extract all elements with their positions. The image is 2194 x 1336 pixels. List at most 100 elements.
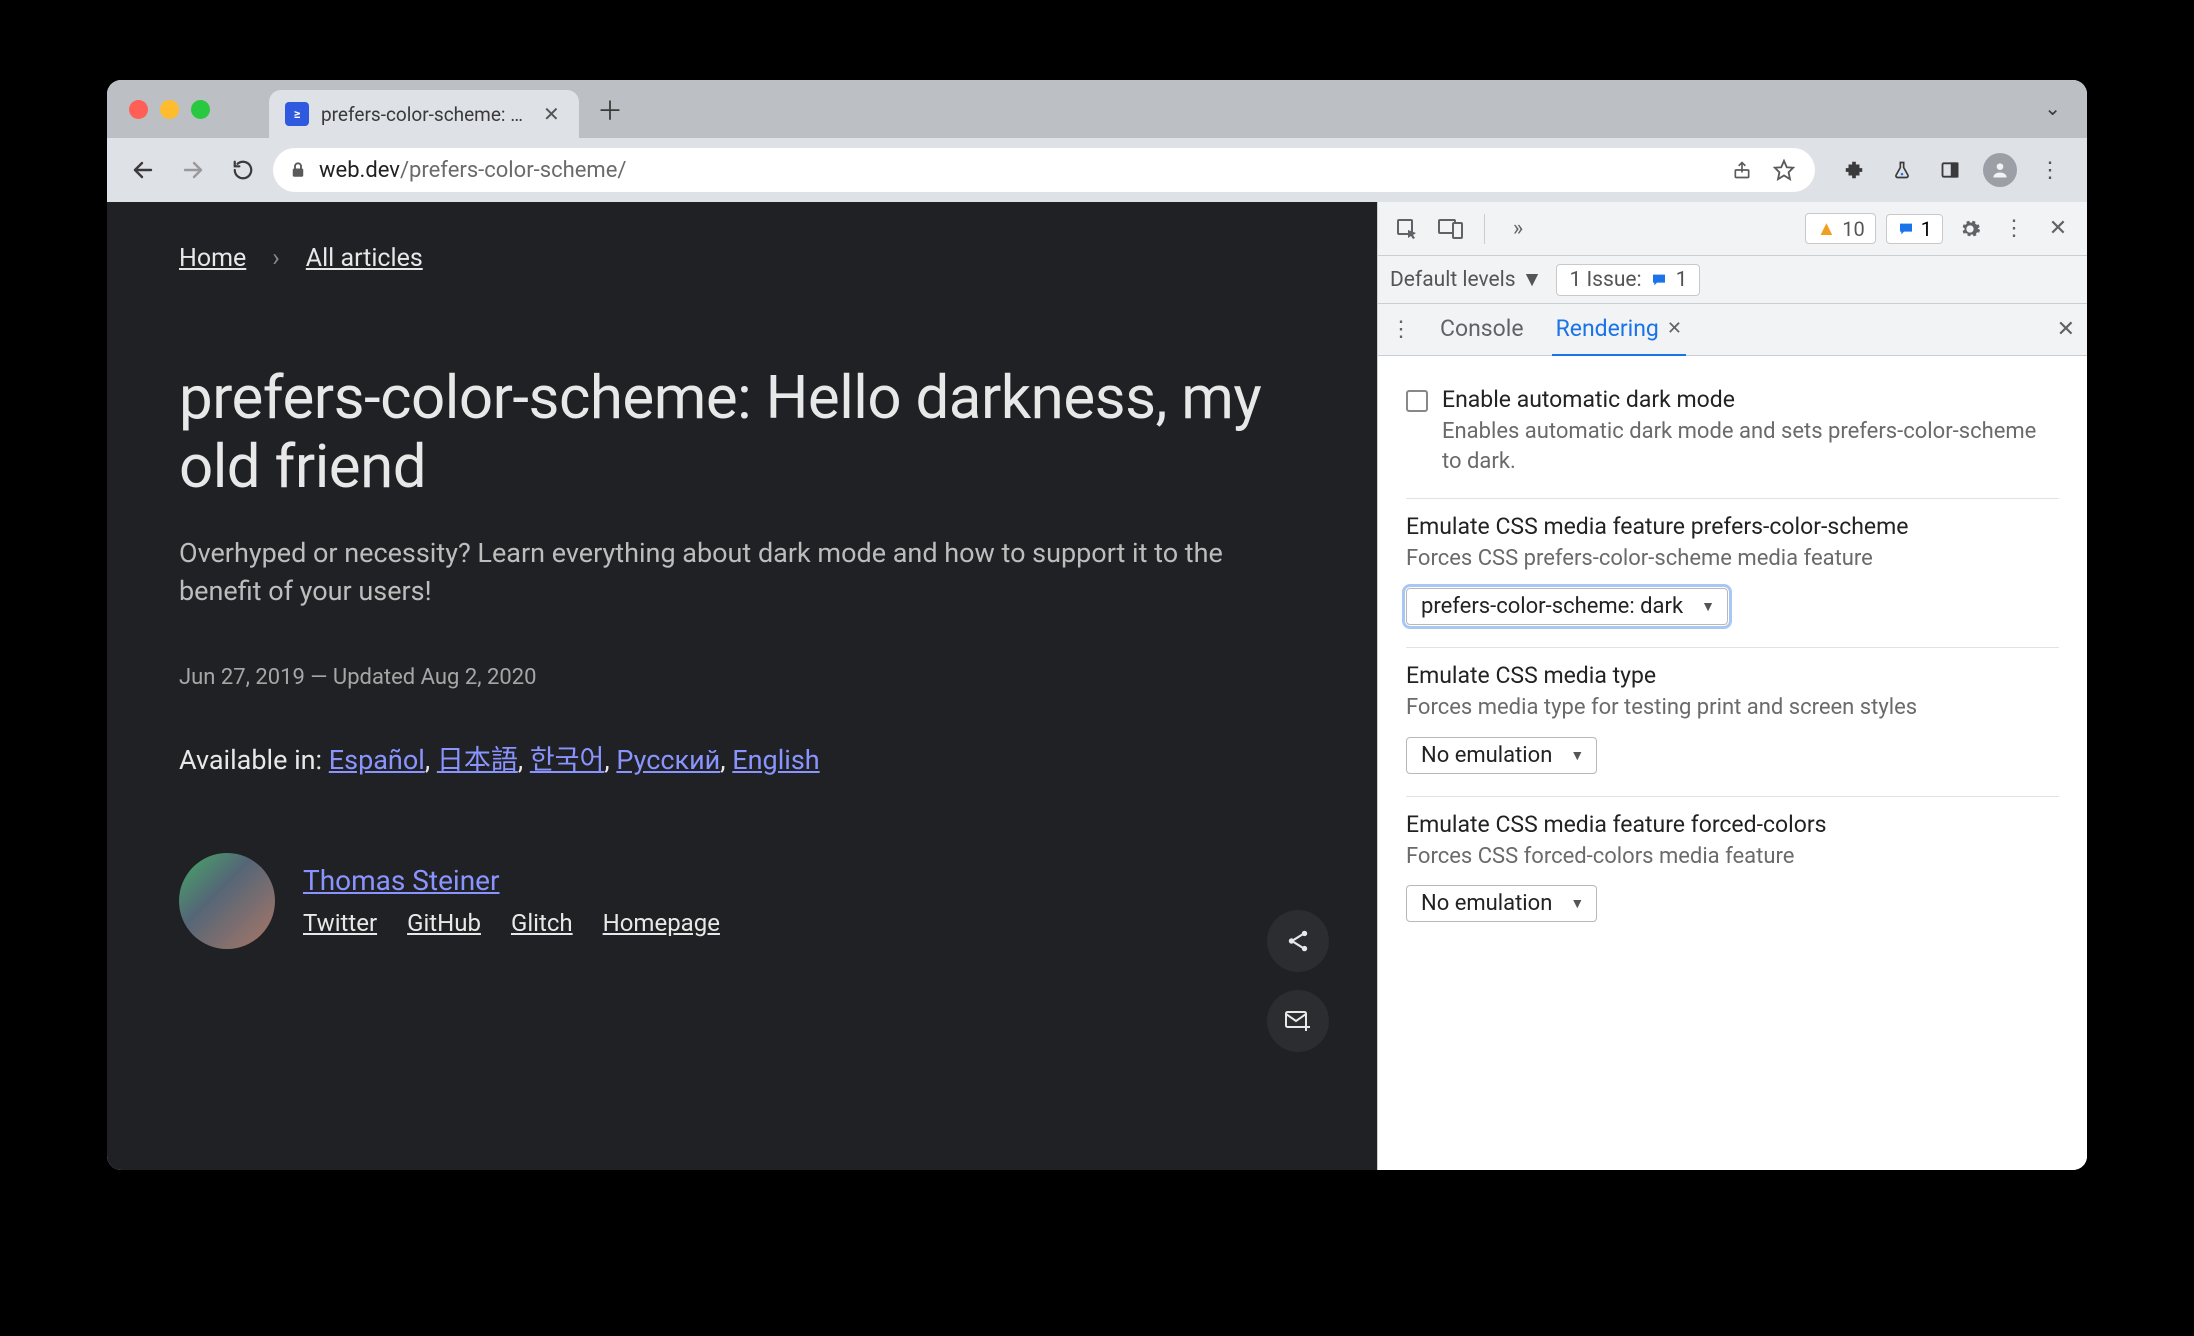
settings-icon[interactable]	[1953, 212, 1987, 246]
lang-en[interactable]: English	[732, 744, 819, 776]
forced-value: No emulation	[1421, 891, 1552, 916]
author-name[interactable]: Thomas Steiner	[303, 864, 500, 897]
window-controls	[129, 100, 210, 119]
log-levels-select[interactable]: Default levels ▼	[1390, 268, 1542, 292]
page-dates: Jun 27, 2019 — Updated Aug 2, 2020	[179, 665, 1305, 690]
reload-button[interactable]	[223, 150, 263, 190]
new-tab-button[interactable]: ＋	[597, 91, 623, 128]
browser-tab[interactable]: ≥ prefers-color-scheme: Hello da ✕	[269, 90, 579, 138]
toolbar-right: ⋮	[1833, 150, 2071, 190]
sidepanel-icon[interactable]	[1929, 150, 1971, 190]
share-icon[interactable]	[1727, 150, 1757, 190]
drawer-menu-icon[interactable]: ⋮	[1390, 317, 1412, 342]
lang-ko[interactable]: 한국어	[530, 744, 605, 776]
maximize-window[interactable]	[191, 100, 210, 119]
extensions-icon[interactable]	[1833, 150, 1875, 190]
minimize-window[interactable]	[160, 100, 179, 119]
more-tabs-icon[interactable]: »	[1501, 212, 1535, 246]
browser-toolbar: web.dev/prefers-color-scheme/ ⋮	[107, 138, 2087, 202]
mediatype-title: Emulate CSS media type	[1406, 662, 2059, 689]
menu-icon[interactable]: ⋮	[2029, 150, 2071, 190]
forced-select[interactable]: No emulation ▼	[1406, 885, 1597, 922]
page-content: Home › All articles prefers-color-scheme…	[107, 202, 1377, 1170]
tab-console[interactable]: Console	[1436, 303, 1528, 357]
issues-pill[interactable]: 1 Issue: 1	[1556, 264, 1700, 296]
caret-down-icon: ▼	[1701, 598, 1715, 615]
author-link-homepage[interactable]: Homepage	[603, 909, 720, 937]
lang-ru[interactable]: Русский	[616, 744, 720, 776]
tab-title: prefers-color-scheme: Hello da	[321, 103, 531, 126]
back-button[interactable]	[123, 150, 163, 190]
author-link-glitch[interactable]: Glitch	[511, 909, 573, 937]
author-avatar	[179, 853, 275, 949]
option-auto-darkmode: Enable automatic dark mode Enables autom…	[1406, 372, 2059, 499]
option-media-type: Emulate CSS media type Forces media type…	[1406, 648, 2059, 797]
author-info: Thomas Steiner Twitter GitHub Glitch Hom…	[303, 864, 720, 937]
chevron-right-icon: ›	[272, 244, 280, 273]
close-window[interactable]	[129, 100, 148, 119]
browser-window: ≥ prefers-color-scheme: Hello da ✕ ＋ ⌄ w…	[107, 80, 2087, 1170]
darkmode-desc: Enables automatic dark mode and sets pre…	[1442, 417, 2059, 476]
devtools-menu-icon[interactable]: ⋮	[1997, 212, 2031, 246]
forced-desc: Forces CSS forced-colors media feature	[1406, 842, 2059, 872]
tab-strip: ≥ prefers-color-scheme: Hello da ✕ ＋ ⌄	[107, 80, 2087, 138]
dropdown-caret-icon: ▼	[1522, 268, 1543, 292]
author-block: Thomas Steiner Twitter GitHub Glitch Hom…	[179, 853, 1305, 949]
darkmode-checkbox[interactable]	[1406, 390, 1428, 412]
issue-count: 1	[1676, 268, 1688, 292]
favicon-icon: ≥	[285, 102, 309, 126]
issue-icon	[1650, 272, 1668, 288]
profile-avatar[interactable]	[1983, 153, 2017, 187]
tab-rendering[interactable]: Rendering ✕	[1552, 303, 1686, 357]
close-tab-icon[interactable]: ✕	[543, 102, 560, 126]
lang-es[interactable]: Español	[329, 744, 425, 776]
device-toggle-icon[interactable]	[1434, 212, 1468, 246]
mediatype-value: No emulation	[1421, 743, 1552, 768]
mediatype-desc: Forces media type for testing print and …	[1406, 693, 2059, 723]
content-area: Home › All articles prefers-color-scheme…	[107, 202, 2087, 1170]
devtools-toolbar: » ▲ 10 1 ⋮ ✕	[1378, 202, 2087, 256]
prefers-desc: Forces CSS prefers-color-scheme media fe…	[1406, 544, 2059, 574]
devtools-close-icon[interactable]: ✕	[2041, 212, 2075, 246]
forced-title: Emulate CSS media feature forced-colors	[1406, 811, 2059, 838]
messages-badge[interactable]: 1	[1886, 214, 1943, 244]
issue-label: 1 Issue:	[1569, 268, 1641, 292]
subscribe-button[interactable]	[1267, 990, 1329, 1052]
darkmode-title: Enable automatic dark mode	[1442, 386, 2059, 413]
breadcrumb: Home › All articles	[179, 244, 1305, 273]
tab-close-icon[interactable]: ✕	[1667, 318, 1682, 339]
url-text: web.dev/prefers-color-scheme/	[319, 158, 626, 183]
devtools-panel: » ▲ 10 1 ⋮ ✕	[1377, 202, 2087, 1170]
lang-ja[interactable]: 日本語	[437, 744, 518, 776]
message-icon	[1897, 221, 1915, 237]
prefers-title: Emulate CSS media feature prefers-color-…	[1406, 513, 2059, 540]
prefers-select[interactable]: prefers-color-scheme: dark ▼	[1406, 588, 1728, 625]
tabs-dropdown-icon[interactable]: ⌄	[2044, 96, 2061, 120]
page-title: prefers-color-scheme: Hello darkness, my…	[179, 363, 1305, 501]
bookmark-icon[interactable]	[1769, 150, 1799, 190]
forward-button[interactable]	[173, 150, 213, 190]
labs-icon[interactable]	[1881, 150, 1923, 190]
warning-icon: ▲	[1816, 216, 1836, 241]
warnings-badge[interactable]: ▲ 10	[1805, 213, 1875, 244]
caret-down-icon: ▼	[1570, 747, 1584, 764]
breadcrumb-home[interactable]: Home	[179, 244, 246, 273]
available-label: Available in:	[179, 744, 329, 776]
page-subtitle: Overhyped or necessity? Learn everything…	[179, 535, 1229, 611]
console-filter-bar: Default levels ▼ 1 Issue: 1	[1378, 256, 2087, 304]
languages: Available in: Español, 日本語, 한국어, Русский…	[179, 738, 1305, 777]
author-link-github[interactable]: GitHub	[407, 909, 481, 937]
caret-down-icon: ▼	[1570, 895, 1584, 912]
address-bar[interactable]: web.dev/prefers-color-scheme/	[273, 148, 1815, 192]
author-link-twitter[interactable]: Twitter	[303, 909, 377, 937]
prefers-value: prefers-color-scheme: dark	[1421, 594, 1683, 619]
mediatype-select[interactable]: No emulation ▼	[1406, 737, 1597, 774]
messages-count: 1	[1921, 217, 1932, 241]
drawer-close-icon[interactable]: ✕	[2057, 317, 2075, 342]
option-forced-colors: Emulate CSS media feature forced-colors …	[1406, 797, 2059, 945]
breadcrumb-all-articles[interactable]: All articles	[306, 244, 423, 273]
warnings-count: 10	[1842, 217, 1864, 241]
share-button[interactable]	[1267, 910, 1329, 972]
inspect-icon[interactable]	[1390, 212, 1424, 246]
author-links: Twitter GitHub Glitch Homepage	[303, 909, 720, 937]
